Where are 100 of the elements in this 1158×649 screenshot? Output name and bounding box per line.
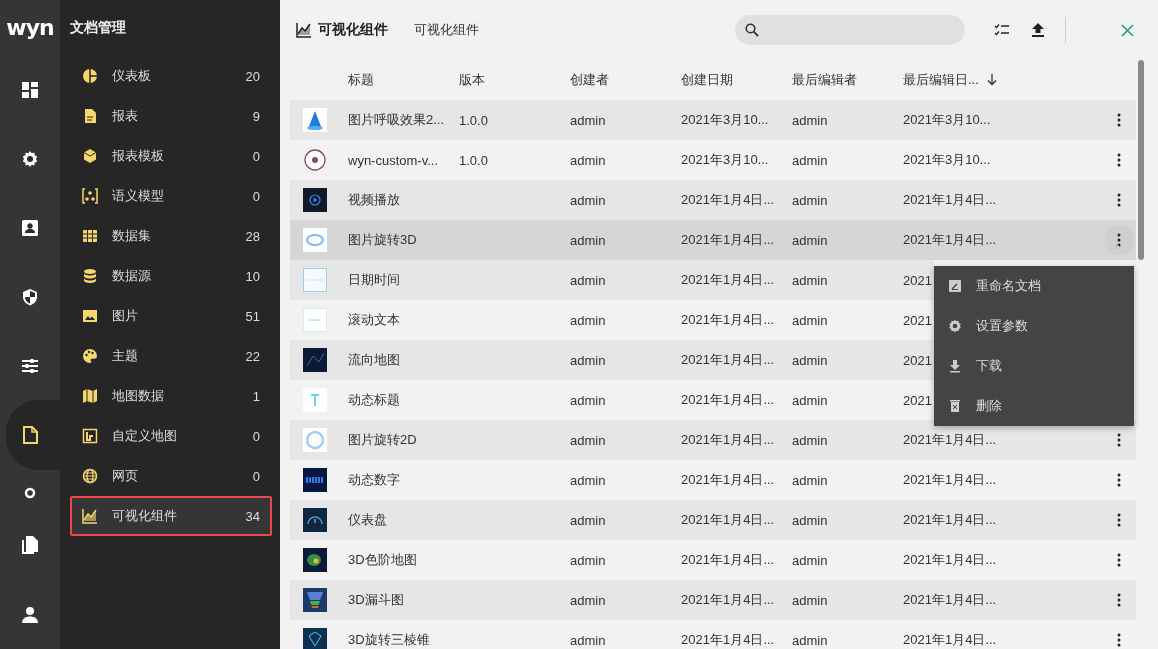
table-cell: admin xyxy=(792,552,828,568)
table-row[interactable]: 流向地图 admin 2021年1月4日... admin 2021 xyxy=(290,340,934,380)
sort-arrow-icon[interactable] xyxy=(986,74,997,86)
table-cell: admin xyxy=(570,272,606,288)
table-cell: 2021 xyxy=(903,312,932,328)
more-icon xyxy=(1117,113,1121,127)
scrollbar[interactable] xyxy=(1138,60,1144,260)
table-cell: 3D色阶地图 xyxy=(348,552,417,567)
logo[interactable]: wyn xyxy=(6,15,54,41)
table-cell: 2021年3月10... xyxy=(903,152,991,167)
table-row[interactable]: 视频播放 admin 2021年1月4日... admin 2021年1月4日... xyxy=(290,180,1136,220)
table-row[interactable]: 动态标题 admin 2021年1月4日... admin 2021 xyxy=(290,380,934,420)
more-icon xyxy=(1117,433,1121,447)
table-cell: 2021 xyxy=(903,352,932,368)
table-row[interactable]: 图片呼吸效果2... 1.0.0 admin 2021年3月10... admin 2021年3月10... xyxy=(290,100,1136,140)
map-thumbnail xyxy=(303,348,327,372)
column-header[interactable]: 标题 xyxy=(348,71,374,89)
ring-thumbnail xyxy=(303,228,327,252)
table-cell: 2021年1月4日... xyxy=(681,312,775,327)
table-cell: 视频播放 xyxy=(348,192,400,207)
table-cell: 2021年1月4日... xyxy=(903,432,997,447)
upload-icon xyxy=(1032,23,1044,37)
table-cell: 2021 xyxy=(903,272,932,288)
dashboard-icon[interactable] xyxy=(21,80,39,99)
nav-item[interactable]: 主题 22 xyxy=(70,336,272,376)
table-cell: 2021年1月4日... xyxy=(681,592,775,607)
copy-icon[interactable] xyxy=(21,536,39,555)
line-chart-icon xyxy=(296,22,312,38)
nav-item[interactable]: 网页 0 xyxy=(70,456,272,496)
column-header[interactable]: 最后编辑日... xyxy=(903,71,979,89)
table-cell: 2021年1月4日... xyxy=(903,552,997,567)
sliders-icon[interactable] xyxy=(21,356,39,375)
user-icon[interactable] xyxy=(21,605,39,624)
menu-item[interactable]: 重命名文档 xyxy=(934,266,1134,306)
table-cell: admin xyxy=(570,512,606,528)
nav-item[interactable]: 可视化组件 34 xyxy=(70,496,272,536)
menu-item[interactable]: 设置参数 xyxy=(934,306,1134,346)
table-cell: 动态数字 xyxy=(348,472,400,487)
shield-icon[interactable] xyxy=(21,287,39,306)
table-cell: 2021年1月4日... xyxy=(681,232,775,247)
cone-thumbnail xyxy=(303,108,327,132)
funnel-thumbnail xyxy=(303,588,327,612)
database-icon xyxy=(82,268,98,284)
table-cell: admin xyxy=(792,232,828,248)
menu-item[interactable]: 下载 xyxy=(934,346,1134,386)
table-row[interactable]: 动态数字 admin 2021年1月4日... admin 2021年1月4日... xyxy=(290,460,1136,500)
text-thumbnail xyxy=(303,308,327,332)
more-icon xyxy=(1117,153,1121,167)
document-icon[interactable] xyxy=(21,426,39,444)
table-cell: wyn-custom-v... xyxy=(348,152,439,168)
download-icon xyxy=(948,359,962,373)
table-cell: admin xyxy=(570,552,606,568)
contact-card-icon[interactable] xyxy=(21,218,39,237)
letter-thumbnail xyxy=(303,388,327,412)
table-row[interactable]: 3D色阶地图 admin 2021年1月4日... admin 2021年1月4日... xyxy=(290,540,1136,580)
nav-item[interactable]: 地图数据 1 xyxy=(70,376,272,416)
table-cell: 2021年1月4日... xyxy=(903,512,997,527)
table-cell: admin xyxy=(570,312,606,328)
table-row[interactable]: 图片旋转3D admin 2021年1月4日... admin 2021年1月4日... xyxy=(290,220,1136,260)
more-icon xyxy=(1117,473,1121,487)
table-row[interactable]: wyn-custom-v... 1.0.0 admin 2021年3月10... admin 2021年3月10... xyxy=(290,140,1136,180)
video-thumbnail xyxy=(303,188,327,212)
palette-icon xyxy=(82,348,98,364)
column-header[interactable]: 创建者 xyxy=(570,71,609,89)
table-cell: 流向地图 xyxy=(348,352,400,367)
table-cell: admin xyxy=(570,592,606,608)
table-cell: 3D旋转三棱锥 xyxy=(348,632,430,647)
table-row[interactable]: 图片旋转2D admin 2021年1月4日... admin 2021年1月4日... xyxy=(290,420,1136,460)
table-cell: 2021年1月4日... xyxy=(903,632,997,647)
delete-icon xyxy=(948,399,962,413)
nav-item[interactable]: 数据源 10 xyxy=(70,256,272,296)
settings-icon[interactable] xyxy=(21,149,39,168)
more-icon xyxy=(1117,633,1121,647)
nav-item[interactable]: 图片 51 xyxy=(70,296,272,336)
table-row[interactable]: 滚动文本 admin 2021年1月4日... admin 2021 xyxy=(290,300,934,340)
table-row[interactable]: 3D漏斗图 admin 2021年1月4日... admin 2021年1月4日... xyxy=(290,580,1136,620)
logo-thumbnail xyxy=(303,148,327,172)
image-icon xyxy=(82,308,98,324)
nav-item[interactable]: 语义模型 0 xyxy=(70,176,272,216)
nav-item[interactable]: 报表 9 xyxy=(70,96,272,136)
nav-item[interactable]: 报表模板 0 xyxy=(70,136,272,176)
table-cell: admin xyxy=(792,392,828,408)
column-header[interactable]: 最后编辑者 xyxy=(792,71,857,89)
column-header[interactable]: 创建日期 xyxy=(681,71,733,89)
table-cell: 图片呼吸效果2... xyxy=(348,112,445,127)
breadcrumb: 可视化组件 xyxy=(414,22,479,37)
table-cell: 滚动文本 xyxy=(348,312,400,327)
table-cell: admin xyxy=(792,432,828,448)
table-cell: 2021年1月4日... xyxy=(681,472,775,487)
search-field[interactable] xyxy=(735,15,965,45)
table-row[interactable]: 3D旋转三棱锥 admin 2021年1月4日... admin 2021年1月4日... xyxy=(290,620,1136,649)
nav-item[interactable]: 仪表板 20 xyxy=(70,56,272,96)
nav-item[interactable]: 自定义地图 0 xyxy=(70,416,272,456)
digits-thumbnail xyxy=(303,468,327,492)
table-cell: 2021年1月4日... xyxy=(681,192,775,207)
nav-item[interactable]: 数据集 28 xyxy=(70,216,272,256)
table-row[interactable]: 仪表盘 admin 2021年1月4日... admin 2021年1月4日... xyxy=(290,500,1136,540)
table-cell: 动态标题 xyxy=(348,392,400,407)
column-header[interactable]: 版本 xyxy=(459,71,485,89)
table-row[interactable]: 日期时间 admin 2021年1月4日... admin 2021 xyxy=(290,260,934,300)
